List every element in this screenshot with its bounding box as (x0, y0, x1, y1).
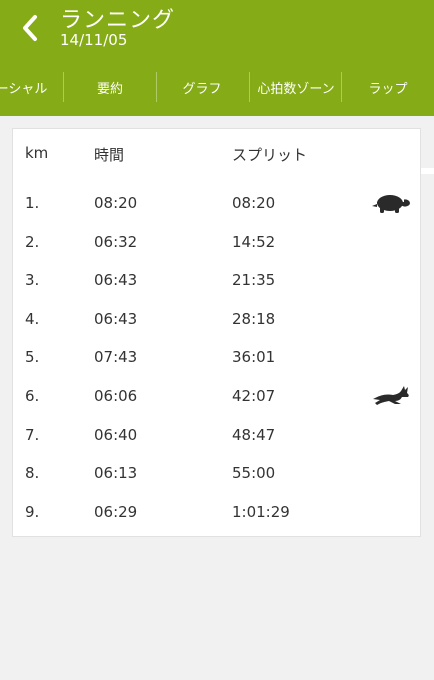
activity-date: 14/11/05 (60, 31, 128, 49)
lap-time: 06:43 (94, 271, 138, 290)
lap-split: 14:52 (232, 232, 276, 251)
lap-time: 08:20 (94, 194, 138, 212)
rabbit-icon (371, 384, 411, 408)
lap-km: 4. (25, 309, 40, 328)
lap-split: 28:18 (232, 309, 276, 328)
app-bar: ランニング 14/11/05 (0, 0, 434, 58)
lap-time: 07:43 (94, 348, 138, 367)
lap-split: 36:01 (232, 348, 276, 367)
lap-split: 55:00 (232, 464, 276, 483)
lap-time: 06:06 (94, 387, 138, 405)
turtle-icon (371, 191, 411, 215)
lap-split: 21:35 (232, 271, 276, 290)
tab-bar: ーシャル 要約 グラフ 心拍数ゾーン ラップ (0, 58, 434, 174)
lap-time: 06:13 (94, 464, 138, 483)
tab-laps[interactable]: ラップ (342, 58, 434, 116)
lap-km: 8. (25, 464, 40, 483)
lap-split: 08:20 (232, 194, 276, 212)
column-header-split: スプリット (232, 146, 308, 164)
tab-heart-rate-zones[interactable]: 心拍数ゾーン (250, 58, 342, 116)
lap-time: 06:32 (94, 232, 138, 251)
lap-split: 42:07 (232, 387, 276, 405)
chevron-left-icon (23, 15, 37, 41)
lap-km: 1. (25, 194, 40, 212)
tab-summary[interactable]: 要約 (64, 58, 156, 116)
lap-split: 1:01:29 (232, 502, 290, 521)
lap-time: 06:29 (94, 502, 138, 521)
back-button[interactable] (14, 10, 46, 46)
lap-split: 48:47 (232, 425, 276, 444)
column-header-km: km (25, 144, 49, 162)
lap-km: 5. (25, 348, 40, 367)
lap-km: 3. (25, 271, 40, 290)
tab-graph[interactable]: グラフ (156, 58, 248, 116)
page-title: ランニング (60, 8, 176, 33)
column-header-time: 時間 (94, 146, 125, 164)
lap-km: 9. (25, 502, 40, 521)
lap-time: 06:40 (94, 425, 138, 444)
laps-table: km 時間 スプリット 1. 08:20 08:20 2. 06:32 14:52 3. 06… (12, 128, 421, 537)
lap-km: 2. (25, 232, 40, 251)
lap-km: 6. (25, 387, 40, 405)
lap-time: 06:43 (94, 309, 138, 328)
lap-km: 7. (25, 425, 40, 444)
tab-social[interactable]: ーシャル (0, 58, 63, 116)
